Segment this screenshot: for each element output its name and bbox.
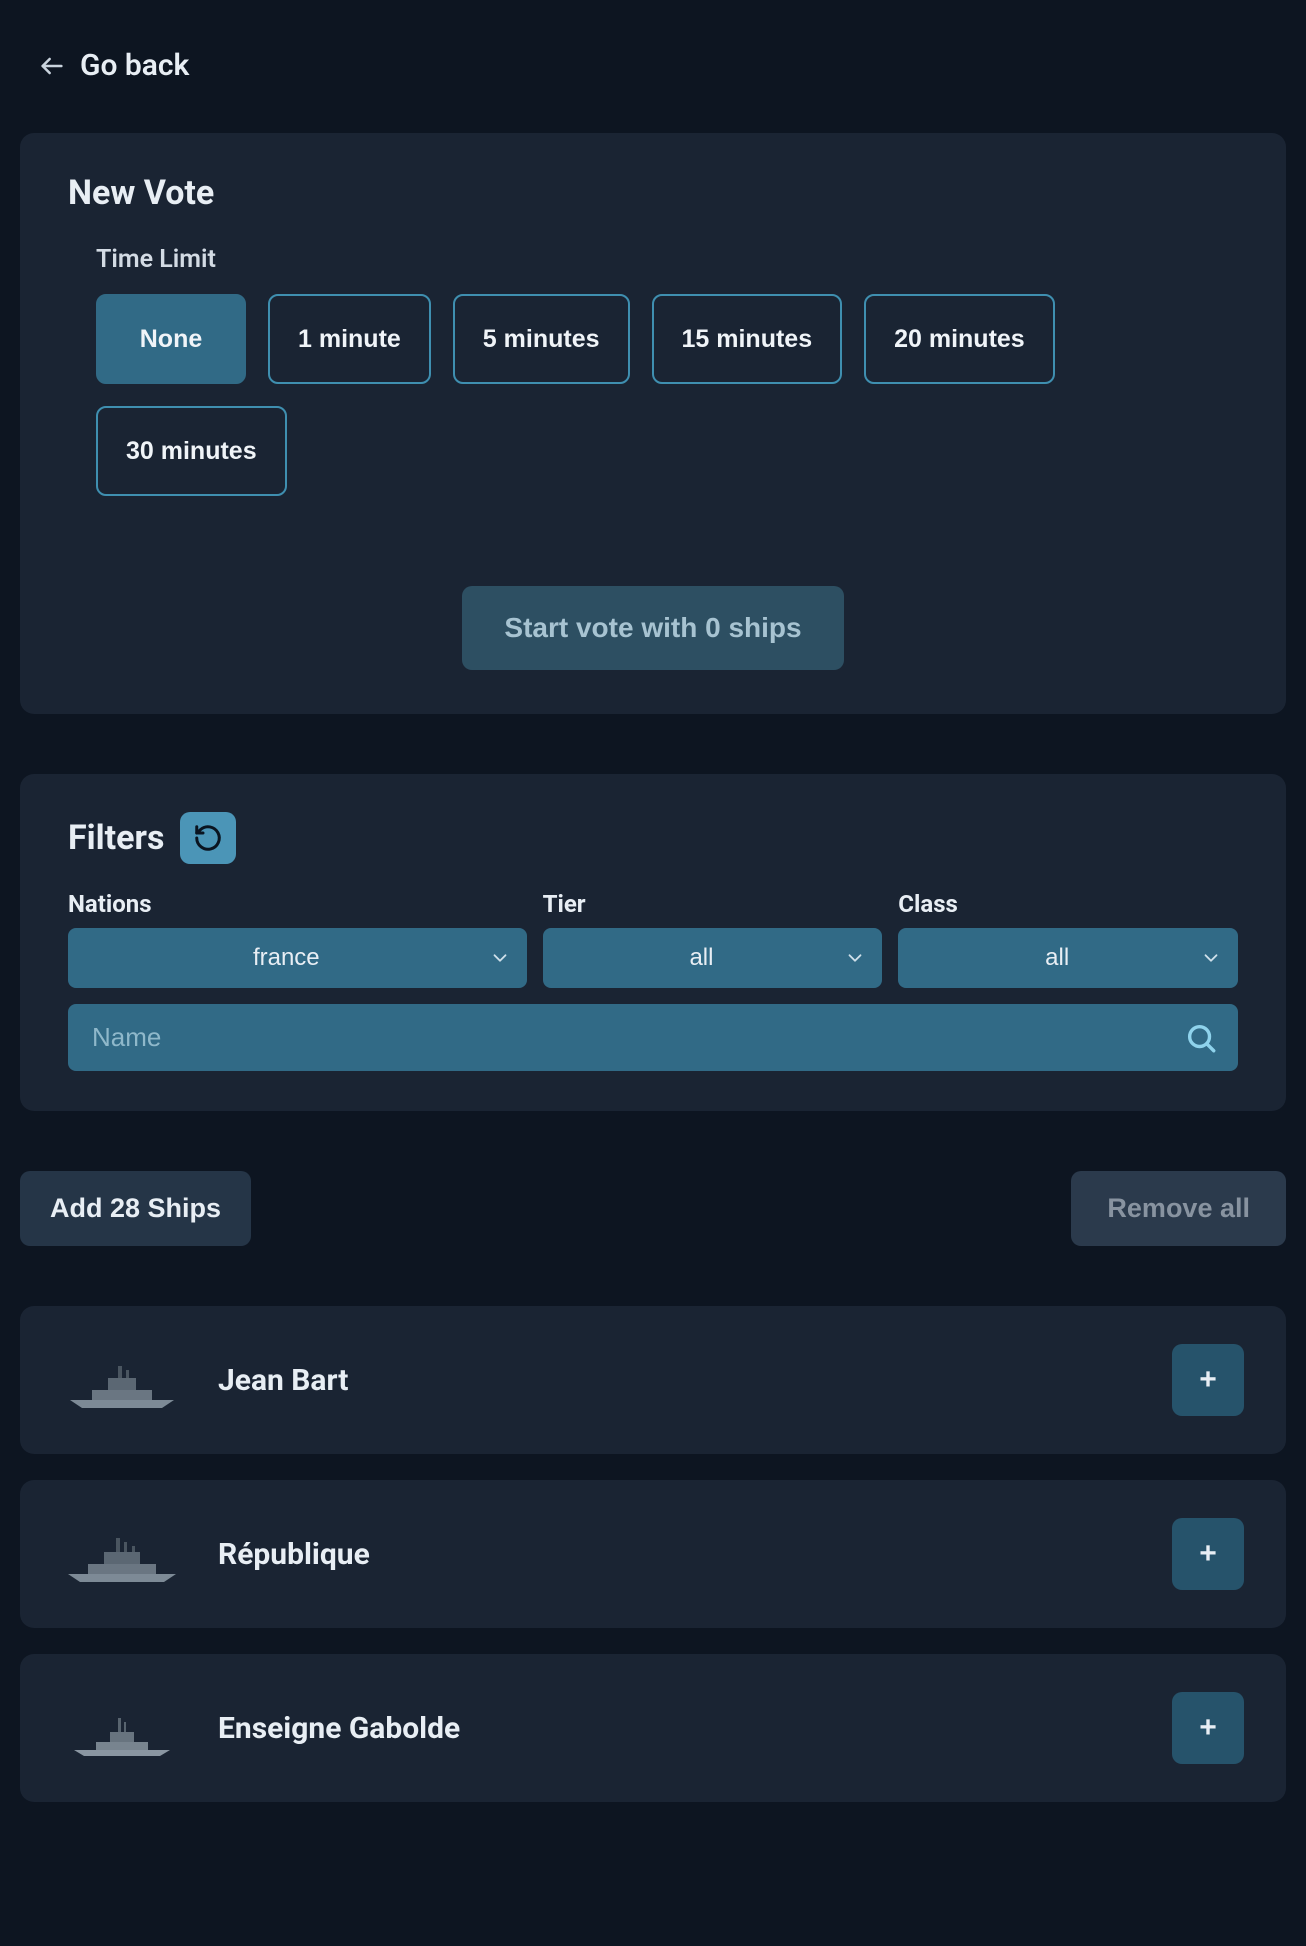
- ship-name: Jean Bart: [218, 1363, 1136, 1398]
- time-limit-options: None 1 minute 5 minutes 15 minutes 20 mi…: [96, 294, 1238, 496]
- class-filter: Class all: [898, 890, 1238, 988]
- time-limit-label: Time Limit: [96, 245, 1238, 274]
- ship-card: Jean Bart +: [20, 1306, 1286, 1454]
- ship-icon: [62, 1350, 182, 1410]
- ship-name: République: [218, 1537, 1136, 1572]
- bulk-actions: Add 28 Ships Remove all: [20, 1171, 1286, 1246]
- ship-icon: [62, 1524, 182, 1584]
- tier-select[interactable]: all: [543, 928, 883, 988]
- add-ship-button[interactable]: +: [1172, 1692, 1244, 1764]
- time-option-30min[interactable]: 30 minutes: [96, 406, 287, 496]
- nations-select[interactable]: france: [68, 928, 527, 988]
- go-back-label: Go back: [80, 48, 189, 83]
- search-icon: [1184, 1021, 1218, 1055]
- ship-card: République +: [20, 1480, 1286, 1628]
- time-option-5min[interactable]: 5 minutes: [453, 294, 630, 384]
- arrow-left-icon: [38, 52, 66, 80]
- new-vote-panel: New Vote Time Limit None 1 minute 5 minu…: [20, 133, 1286, 714]
- filters-title: Filters: [68, 818, 164, 858]
- go-back-button[interactable]: Go back: [20, 20, 1286, 133]
- add-ship-button[interactable]: +: [1172, 1344, 1244, 1416]
- class-label: Class: [898, 890, 1238, 918]
- time-option-15min[interactable]: 15 minutes: [652, 294, 843, 384]
- nations-filter: Nations france: [68, 890, 527, 988]
- remove-all-button[interactable]: Remove all: [1071, 1171, 1286, 1246]
- start-vote-button[interactable]: Start vote with 0 ships: [462, 586, 843, 670]
- ship-name: Enseigne Gabolde: [218, 1711, 1136, 1746]
- time-option-1min[interactable]: 1 minute: [268, 294, 431, 384]
- time-option-none[interactable]: None: [96, 294, 246, 384]
- reset-filters-button[interactable]: [180, 812, 236, 864]
- new-vote-title: New Vote: [68, 173, 1238, 213]
- tier-filter: Tier all: [543, 890, 883, 988]
- tier-label: Tier: [543, 890, 883, 918]
- nations-label: Nations: [68, 890, 527, 918]
- class-select[interactable]: all: [898, 928, 1238, 988]
- add-all-button[interactable]: Add 28 Ships: [20, 1171, 251, 1246]
- add-ship-button[interactable]: +: [1172, 1518, 1244, 1590]
- search-wrap: [68, 1004, 1238, 1071]
- ship-icon: [62, 1698, 182, 1758]
- name-search-input[interactable]: [68, 1004, 1238, 1071]
- ship-card: Enseigne Gabolde +: [20, 1654, 1286, 1802]
- filters-panel: Filters Nations france Tier all Class al…: [20, 774, 1286, 1111]
- reset-icon: [193, 823, 223, 853]
- time-option-20min[interactable]: 20 minutes: [864, 294, 1055, 384]
